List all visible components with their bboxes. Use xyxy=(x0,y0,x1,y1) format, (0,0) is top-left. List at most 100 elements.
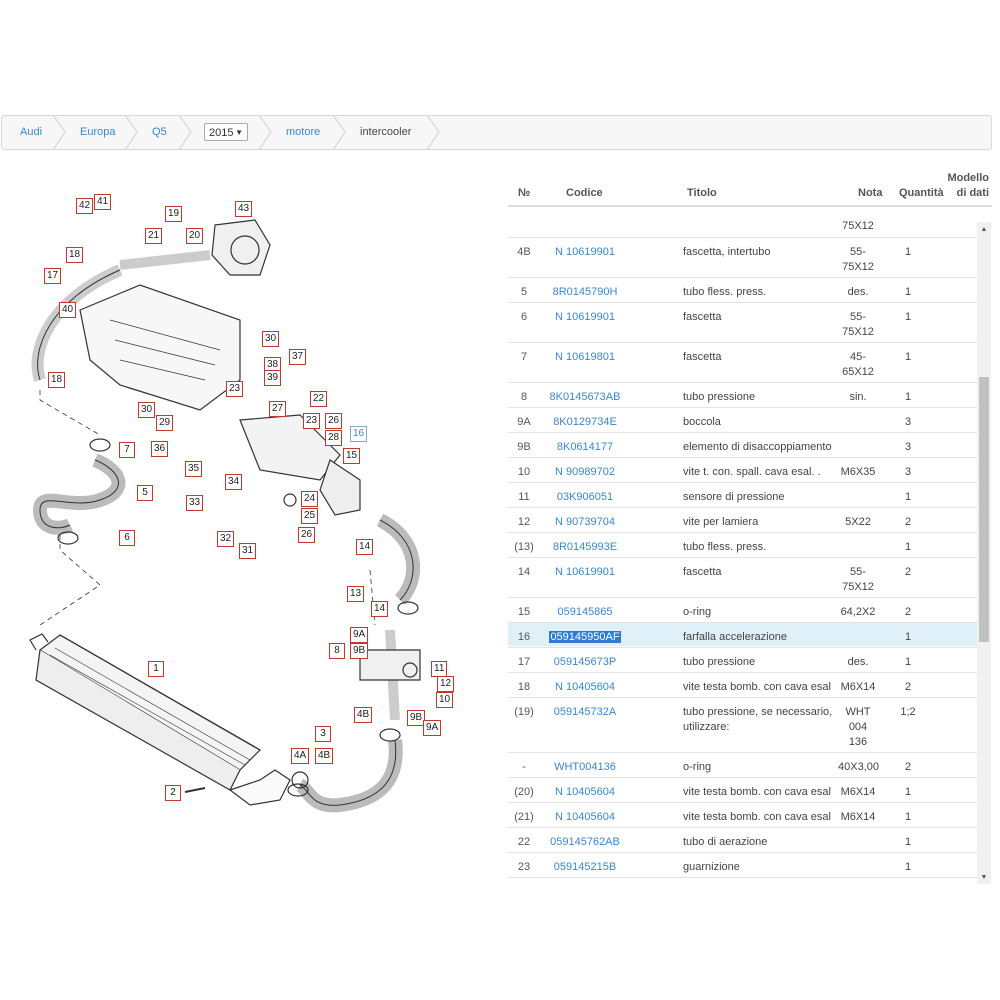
table-row[interactable]: 24059131815guarnizione1 xyxy=(508,877,977,884)
callout-43[interactable]: 43 xyxy=(235,201,253,217)
table-row[interactable]: 4B N 10619901 fascetta, intertubo 55- 75X12… xyxy=(508,237,977,276)
callout-31[interactable]: 31 xyxy=(239,543,257,559)
callout-4B[interactable]: 4B xyxy=(354,707,373,723)
table-row[interactable]: 9B 8K0614177 elemento di disaccoppiamento 3 xyxy=(508,432,977,456)
breadcrumb-europa[interactable]: Europa xyxy=(80,116,115,149)
cell-title: vite testa bomb. con cava esal xyxy=(683,786,831,798)
callout-14[interactable]: 14 xyxy=(371,601,389,617)
callout-10[interactable]: 10 xyxy=(436,692,454,708)
table-row[interactable]: 14 N 10619901 fascetta 55- 75X12 2 xyxy=(508,557,977,596)
table-row[interactable]: 22 059145762AB tubo di aerazione 1 xyxy=(508,827,977,851)
table-row[interactable]: 6 N 10619901 fascetta 55- 75X12 1 xyxy=(508,302,977,341)
year-select[interactable]: 2015 ▼ xyxy=(204,123,248,141)
callout-18[interactable]: 18 xyxy=(66,247,84,263)
cell-qty: 2 xyxy=(904,761,912,773)
callout-17[interactable]: 17 xyxy=(44,268,62,284)
cell-no: - xyxy=(522,761,526,773)
header-code[interactable]: Codice xyxy=(566,186,603,200)
callout-4B[interactable]: 4B xyxy=(315,748,334,764)
callout-8[interactable]: 8 xyxy=(329,643,345,659)
table-row[interactable]: 16 059145950AF farfalla accelerazione 1 xyxy=(508,622,977,646)
breadcrumb-audi[interactable]: Audi xyxy=(20,116,42,149)
cell-note: 75X12 xyxy=(842,220,874,232)
table-row[interactable]: - WHT004136 o-ring 40X3,00 2 xyxy=(508,752,977,776)
callout-42[interactable]: 42 xyxy=(76,198,94,214)
callout-22[interactable]: 22 xyxy=(310,391,328,407)
callout-23[interactable]: 23 xyxy=(226,381,244,397)
callout-37[interactable]: 37 xyxy=(289,349,307,365)
callout-13[interactable]: 13 xyxy=(347,586,365,602)
header-model-line2[interactable]: di dati xyxy=(947,186,989,200)
header-title[interactable]: Titolo xyxy=(687,186,717,200)
callout-4A[interactable]: 4A xyxy=(291,748,310,764)
callout-9A[interactable]: 9A xyxy=(423,720,442,736)
scrollbar-thumb[interactable] xyxy=(979,377,989,642)
callout-29[interactable]: 29 xyxy=(156,415,174,431)
table-row[interactable]: (19) 059145732A tubo pressione, se necessa… xyxy=(508,697,977,751)
cell-note: des. xyxy=(847,286,869,298)
callout-33[interactable]: 33 xyxy=(186,495,204,511)
table-row[interactable]: 12 N 90739704 vite per lamiera 5X22 2 xyxy=(508,507,977,531)
table-row[interactable]: 17 059145673P tubo pressione des. 1 xyxy=(508,647,977,671)
callout-26[interactable]: 26 xyxy=(325,413,343,429)
table-row[interactable]: 8 8K0145673AB tubo pressione sin. 1 xyxy=(508,382,977,406)
table-row[interactable]: 15 059145865 o-ring 64,2X2 2 xyxy=(508,597,977,621)
table-row-partial[interactable]: 75X12 xyxy=(508,207,977,237)
callout-35[interactable]: 35 xyxy=(185,461,203,477)
table-row[interactable]: 5 8R0145790H tubo fless. press. des. 1 xyxy=(508,277,977,301)
table-row[interactable]: (13) 8R0145993E tubo fless. press. 1 xyxy=(508,532,977,556)
callout-1[interactable]: 1 xyxy=(148,661,164,677)
callout-28[interactable]: 28 xyxy=(325,430,343,446)
callout-34[interactable]: 34 xyxy=(225,474,243,490)
callout-30[interactable]: 30 xyxy=(138,402,156,418)
table-row[interactable]: 7 N 10619801 fascetta 45- 65X12 1 xyxy=(508,342,977,381)
table-row[interactable]: 9A 8K0129734E boccola 3 xyxy=(508,407,977,431)
callout-25[interactable]: 25 xyxy=(301,508,319,524)
callout-36[interactable]: 36 xyxy=(151,441,169,457)
table-row[interactable]: 18 N 10405604 vite testa bomb. con cava es… xyxy=(508,672,977,696)
header-qty[interactable]: Quantità xyxy=(899,186,944,200)
table-row[interactable]: (20) N 10405604 vite testa bomb. con cava … xyxy=(508,777,977,801)
callout-2[interactable]: 2 xyxy=(165,785,181,801)
callout-9A[interactable]: 9A xyxy=(350,627,369,643)
callout-23[interactable]: 23 xyxy=(303,413,321,429)
callout-21[interactable]: 21 xyxy=(145,228,163,244)
header-note[interactable]: Nota xyxy=(858,186,882,200)
callout-30[interactable]: 30 xyxy=(262,331,280,347)
scroll-up-icon[interactable]: ▲ xyxy=(977,224,991,236)
breadcrumb-motore[interactable]: motore xyxy=(286,116,320,149)
callout-15[interactable]: 15 xyxy=(343,448,361,464)
header-no[interactable]: № xyxy=(518,186,530,200)
callout-32[interactable]: 32 xyxy=(217,531,235,547)
table-row[interactable]: (21) N 10405604 vite testa bomb. con cava … xyxy=(508,802,977,826)
callout-26[interactable]: 26 xyxy=(298,527,316,543)
cell-no: (21) xyxy=(514,811,534,823)
callout-14[interactable]: 14 xyxy=(356,539,374,555)
callout-41[interactable]: 41 xyxy=(94,194,112,210)
callout-39[interactable]: 39 xyxy=(264,370,282,386)
callout-7[interactable]: 7 xyxy=(119,442,135,458)
table-row[interactable]: 11 03K906051 sensore di pressione 1 xyxy=(508,482,977,506)
table-row[interactable]: 23 059145215B guarnizione 1 xyxy=(508,852,977,876)
table-row[interactable]: 10 N 90989702 vite t. con. spall. cava esa… xyxy=(508,457,977,481)
table-scrollbar[interactable]: ▲ ▼ xyxy=(977,222,991,884)
callout-18[interactable]: 18 xyxy=(48,372,66,388)
callout-27[interactable]: 27 xyxy=(269,401,287,417)
scroll-down-icon[interactable]: ▼ xyxy=(977,872,991,884)
callout-40[interactable]: 40 xyxy=(59,302,77,318)
cell-code-link: 059145865 xyxy=(557,606,613,618)
callout-24[interactable]: 24 xyxy=(301,491,319,507)
callout-16[interactable]: 16 xyxy=(350,426,368,442)
callout-3[interactable]: 3 xyxy=(315,726,331,742)
parts-table-body[interactable]: 75X12 4B N 10619901 fascetta, intertubo 55- … xyxy=(508,207,977,884)
callout-19[interactable]: 19 xyxy=(165,206,183,222)
callout-9B[interactable]: 9B xyxy=(350,643,369,659)
header-model-line1[interactable]: Modello xyxy=(947,171,989,185)
callout-11[interactable]: 11 xyxy=(431,661,448,677)
cell-title: tubo pressione xyxy=(683,656,756,668)
callout-6[interactable]: 6 xyxy=(119,530,135,546)
breadcrumb-q5[interactable]: Q5 xyxy=(152,116,167,149)
callout-20[interactable]: 20 xyxy=(186,228,204,244)
callout-12[interactable]: 12 xyxy=(437,676,455,692)
callout-5[interactable]: 5 xyxy=(137,485,153,501)
